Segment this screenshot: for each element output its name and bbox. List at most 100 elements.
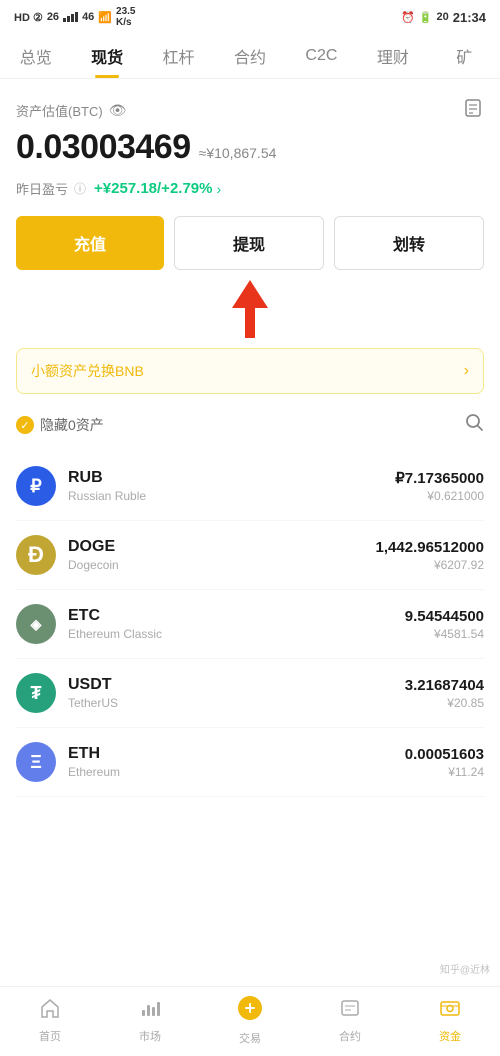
bottom-nav-futures-label: 合约 [339,1028,361,1044]
arrow-annotation [16,280,484,340]
market-icon [139,997,161,1025]
pnl-arrow: › [216,181,221,197]
eth-values: 0.00051603 ¥11.24 [405,746,484,779]
trade-icon [237,995,263,1027]
pnl-value: +¥257.18/+2.79% [94,180,212,197]
bottom-nav-trade[interactable]: 交易 [200,987,300,1056]
asset-label-left: 资产估值(BTC) 👁 [16,101,126,120]
futures-icon [339,997,361,1025]
asset-item-usdt[interactable]: ₮ USDT TetherUS 3.21687404 ¥20.85 [16,659,484,728]
withdraw-button[interactable]: 提现 [174,216,324,270]
filter-left[interactable]: ✓ 隐藏0资产 [16,415,104,435]
status-left: HD ② 26 46 📶 23.5K/s [14,6,135,28]
tab-mining[interactable]: 矿 [429,34,500,78]
filter-row: ✓ 隐藏0资产 [16,412,484,438]
rub-icon: ₽ [16,466,56,506]
etc-values: 9.54544500 ¥4581.54 [405,608,484,641]
nav-tabs: 总览 现货 杠杆 合约 C2C 理财 矿 [0,32,500,79]
asset-label-row: 资产估值(BTC) 👁 [16,97,484,124]
btc-value-row: 0.03003469 ≈¥10,867.54 [16,128,484,171]
etc-amount: 9.54544500 [405,608,484,625]
usdt-symbol: USDT [68,676,405,694]
bottom-nav-market[interactable]: 市场 [100,989,200,1054]
etc-icon: ◈ [16,604,56,644]
asset-item-doge[interactable]: Ð DOGE Dogecoin 1,442.96512000 ¥6207.92 [16,521,484,590]
deposit-button[interactable]: 充值 [16,216,164,270]
pnl-label: 昨日盈亏 [16,179,68,198]
network-label: HD ② [14,11,43,24]
eth-symbol: ETH [68,745,405,763]
pnl-row: 昨日盈亏 ⓘ +¥257.18/+2.79% › [16,179,484,198]
network-speed: 23.5K/s [116,6,135,28]
doge-info: DOGE Dogecoin [68,538,376,572]
rub-symbol: RUB [68,469,395,487]
btc-value: 0.03003469 [16,128,191,167]
alarm-icon: ⏰ [401,11,415,24]
rub-values: ₽7.17365000 ¥0.621000 [395,469,484,503]
exchange-banner-arrow: › [464,362,469,380]
usdt-amount: 3.21687404 [405,677,484,694]
doge-fullname: Dogecoin [68,558,376,572]
etc-symbol: ETC [68,607,405,625]
rub-info: RUB Russian Ruble [68,469,395,503]
usdt-info: USDT TetherUS [68,676,405,710]
eth-icon: Ξ [16,742,56,782]
status-right: ⏰ 🔋 20 21:34 [401,10,486,25]
signal-26: 26 [47,11,59,23]
watermark: 知乎@近林 [440,961,490,976]
doge-cny: ¥6207.92 [376,558,484,572]
history-icon[interactable] [462,97,484,124]
asset-item-eth[interactable]: Ξ ETH Ethereum 0.00051603 ¥11.24 [16,728,484,797]
arrow-head [232,280,268,308]
rub-cny: ¥0.621000 [395,489,484,503]
battery-icon: 🔋 [419,11,433,24]
network-type: 46 [82,11,94,23]
bottom-nav-futures[interactable]: 合约 [300,989,400,1054]
bottom-nav-trade-label: 交易 [239,1030,261,1046]
asset-label-text: 资产估值(BTC) [16,101,103,120]
doge-values: 1,442.96512000 ¥6207.92 [376,539,484,572]
doge-symbol: DOGE [68,538,376,556]
main-content: 资产估值(BTC) 👁 0.03003469 ≈¥10,867.54 昨日盈亏 … [0,79,500,797]
bottom-nav-home[interactable]: 首页 [0,989,100,1054]
asset-list: ₽ RUB Russian Ruble ₽7.17365000 ¥0.62100… [16,452,484,797]
search-icon[interactable] [464,412,484,438]
time-display: 21:34 [453,10,486,25]
tab-margin[interactable]: 杠杆 [143,34,214,78]
status-bar: HD ② 26 46 📶 23.5K/s ⏰ 🔋 20 21:34 [0,0,500,32]
eth-info: ETH Ethereum [68,745,405,779]
asset-item-rub[interactable]: ₽ RUB Russian Ruble ₽7.17365000 ¥0.62100… [16,452,484,521]
usdt-cny: ¥20.85 [405,696,484,710]
tab-finance[interactable]: 理财 [357,34,428,78]
exchange-banner[interactable]: 小额资产兑换BNB › [16,348,484,394]
tab-overview[interactable]: 总览 [0,34,71,78]
rub-fullname: Russian Ruble [68,489,395,503]
eth-cny: ¥11.24 [405,765,484,779]
battery-level: 20 [437,11,449,23]
bottom-nav: 首页 市场 交易 合约 [0,986,500,1056]
pnl-info-icon: ⓘ [74,180,86,197]
arrow-shaft [245,308,255,338]
filter-label: 隐藏0资产 [40,415,104,435]
action-buttons: 充值 提现 划转 [16,216,484,270]
exchange-banner-text: 小额资产兑换BNB [31,361,144,381]
tab-spot[interactable]: 现货 [71,34,142,78]
signal-bars [63,12,78,22]
transfer-button[interactable]: 划转 [334,216,484,270]
hide-zero-checkbox[interactable]: ✓ [16,416,34,434]
asset-item-etc[interactable]: ◈ ETC Ethereum Classic 9.54544500 ¥4581.… [16,590,484,659]
bottom-nav-funds-label: 资金 [439,1028,461,1044]
etc-info: ETC Ethereum Classic [68,607,405,641]
rub-amount: ₽7.17365000 [395,469,484,487]
tab-c2c[interactable]: C2C [286,37,357,75]
doge-amount: 1,442.96512000 [376,539,484,556]
bottom-nav-funds[interactable]: 资金 [400,989,500,1054]
bottom-nav-market-label: 市场 [139,1028,161,1044]
usdt-fullname: TetherUS [68,696,405,710]
home-icon [39,997,61,1025]
etc-fullname: Ethereum Classic [68,627,405,641]
wifi-icon: 📶 [98,11,112,24]
eye-icon[interactable]: 👁 [109,102,127,119]
eth-fullname: Ethereum [68,765,405,779]
tab-futures[interactable]: 合约 [214,34,285,78]
